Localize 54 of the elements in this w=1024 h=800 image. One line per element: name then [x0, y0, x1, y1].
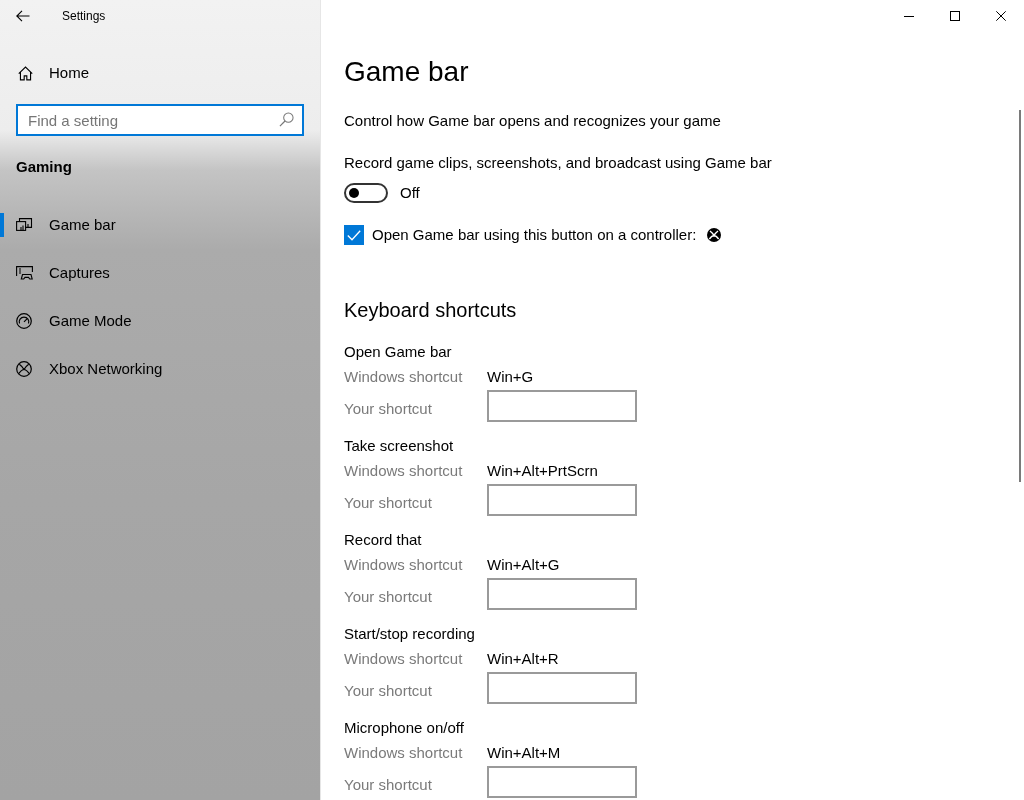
- toggle-state-label: Off: [400, 183, 420, 203]
- nav-item[interactable]: Game Mode: [0, 297, 320, 345]
- checkmark-icon: [347, 229, 361, 241]
- back-arrow-icon: [16, 10, 30, 22]
- field-label: Windows shortcut: [344, 743, 464, 763]
- checkbox[interactable]: [344, 225, 364, 245]
- field-label: Your shortcut: [344, 493, 433, 513]
- shortcut-input[interactable]: [487, 578, 637, 610]
- x-circle-icon: [707, 228, 722, 242]
- selection-indicator: [0, 213, 4, 237]
- field-label: Windows shortcut: [344, 461, 464, 481]
- shortcut-input[interactable]: [487, 390, 637, 422]
- shortcut-input[interactable]: [487, 766, 637, 798]
- search-field[interactable]: Find a setting: [16, 104, 304, 136]
- field-label: Your shortcut: [344, 399, 433, 419]
- checkbox-label: Open Game bar using this button on a controller:: [372, 225, 697, 245]
- home-link[interactable]: Home: [0, 53, 320, 93]
- shortcut-title: Start/stop recording: [344, 624, 476, 644]
- screens-icon: [16, 217, 33, 233]
- shortcut-title: Record that: [344, 530, 423, 550]
- field-label: Windows shortcut: [344, 555, 464, 575]
- page-description: Control how Game bar opens and recognizes your game: [344, 111, 721, 131]
- shortcut-input[interactable]: [487, 672, 637, 704]
- close-icon: [996, 11, 1006, 21]
- nav-item[interactable]: Game bar: [0, 201, 320, 249]
- shortcut-value: Win+Alt+R: [487, 649, 559, 669]
- gauge-icon: [16, 313, 33, 329]
- shortcut-value: Win+Alt+PrtScrn: [487, 461, 598, 481]
- search-icon: [279, 112, 294, 127]
- shortcut-value: Win+Alt+G: [487, 555, 560, 575]
- scrollbar-thumb[interactable]: [1019, 110, 1021, 482]
- shortcut-value: Win+G: [487, 367, 534, 387]
- window-title: Settings: [62, 8, 106, 25]
- field-label: Windows shortcut: [344, 649, 464, 669]
- setting-label: Record game clips, screenshots, and broadcast using Game bar: [344, 153, 772, 173]
- shortcut-value: Win+Alt+M: [487, 743, 561, 763]
- shortcut-title: Take screenshot: [344, 436, 455, 456]
- field-label: Your shortcut: [344, 775, 433, 795]
- shortcut-title: Open Game bar: [344, 342, 453, 362]
- page-title: Game bar: [344, 55, 469, 89]
- shortcut-input[interactable]: [487, 484, 637, 516]
- home-icon: [18, 65, 33, 81]
- maximize-icon: [950, 11, 960, 21]
- screen-controller-icon: [16, 265, 33, 281]
- x-circle-icon: [16, 361, 33, 377]
- section-heading: Gaming: [16, 157, 73, 177]
- field-label: Your shortcut: [344, 681, 433, 701]
- section-heading: Keyboard shortcuts: [344, 298, 517, 323]
- field-label: Your shortcut: [344, 587, 433, 607]
- nav-item[interactable]: Captures: [0, 249, 320, 297]
- field-label: Windows shortcut: [344, 367, 464, 387]
- nav-item[interactable]: Xbox Networking: [0, 345, 320, 393]
- toggle-switch[interactable]: [344, 183, 388, 203]
- shortcut-title: Microphone on/off: [344, 718, 465, 738]
